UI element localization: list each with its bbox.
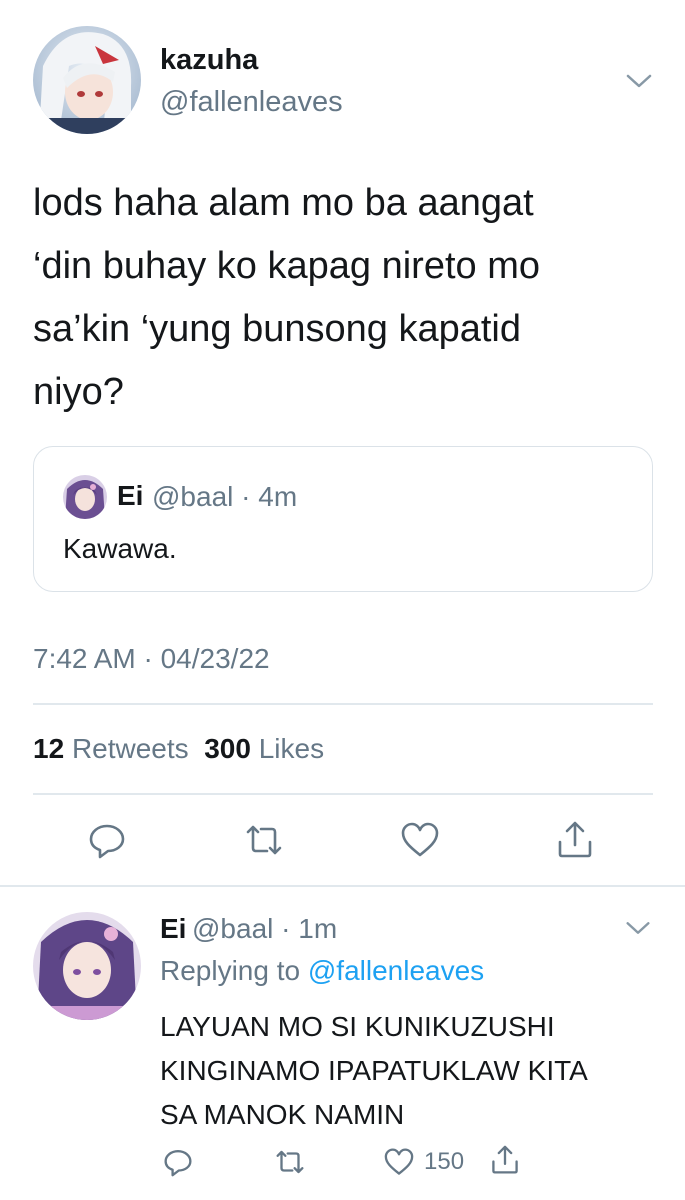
- retweet-icon[interactable]: [242, 818, 286, 862]
- tweet-text: lods haha alam mo ba aangat ‘din buhay k…: [33, 172, 653, 424]
- quoted-author-handle: @baal · 4m: [152, 481, 298, 512]
- reply-author-name[interactable]: Ei: [160, 913, 186, 945]
- tweet-text-line: ‘din buhay ko kapag nireto mo: [33, 245, 540, 287]
- like-count[interactable]: 300: [204, 733, 251, 764]
- quoted-tweet-text: Kawawa.: [63, 533, 177, 564]
- reply-author-avatar[interactable]: [33, 912, 141, 1020]
- quoted-author-avatar: [63, 475, 107, 519]
- reply-text-line: LAYUAN MO SI KUNIKUZUSHI: [160, 1011, 555, 1042]
- retweet-icon[interactable]: [273, 1145, 307, 1179]
- replying-to-link[interactable]: @fallenleaves: [308, 955, 484, 986]
- tweet-timestamp[interactable]: 7:42 AM · 04/23/22: [33, 643, 270, 675]
- divider: [33, 703, 653, 705]
- reply-author-handle[interactable]: @baal · 1m: [192, 913, 337, 945]
- quoted-author-name: Ei: [117, 480, 144, 511]
- reply-icon[interactable]: [161, 1145, 195, 1179]
- retweet-count[interactable]: 12: [33, 733, 64, 764]
- replying-to-line: Replying to @fallenleaves: [160, 955, 484, 987]
- share-icon[interactable]: [553, 818, 597, 862]
- tweet-text-line: sa’kin ‘yung bunsong kapatid: [33, 308, 522, 350]
- author-display-name[interactable]: kazuha: [160, 44, 258, 77]
- chevron-down-icon[interactable]: [622, 64, 656, 98]
- retweet-label[interactable]: Retweets: [72, 733, 189, 764]
- author-avatar[interactable]: [33, 26, 141, 134]
- reply-text-line: KINGINAMO IPAPATUKLAW KITA: [160, 1055, 588, 1086]
- divider: [33, 793, 653, 795]
- reply-text-line: SA MANOK NAMIN: [160, 1099, 405, 1130]
- section-divider: [0, 885, 685, 887]
- chevron-down-icon[interactable]: [622, 912, 654, 944]
- author-handle[interactable]: @fallenleaves: [160, 86, 343, 119]
- reply-like-count: 150: [424, 1148, 465, 1175]
- heart-icon[interactable]: [398, 818, 442, 862]
- heart-icon[interactable]: [382, 1145, 416, 1179]
- quoted-tweet-card[interactable]: Ei @baal · 4m Kawawa.: [33, 446, 653, 592]
- tweet-text-line: lods haha alam mo ba aangat: [33, 182, 534, 224]
- like-label[interactable]: Likes: [259, 733, 324, 764]
- reply-text: LAYUAN MO SI KUNIKUZUSHI KINGINAMO IPAPA…: [160, 1005, 660, 1137]
- tweet-text-line: niyo?: [33, 371, 124, 413]
- reply-icon[interactable]: [85, 818, 129, 862]
- share-icon[interactable]: [488, 1143, 522, 1177]
- tweet-stats: 12 Retweets 300 Likes: [33, 733, 324, 765]
- replying-to-prefix: Replying to: [160, 955, 308, 986]
